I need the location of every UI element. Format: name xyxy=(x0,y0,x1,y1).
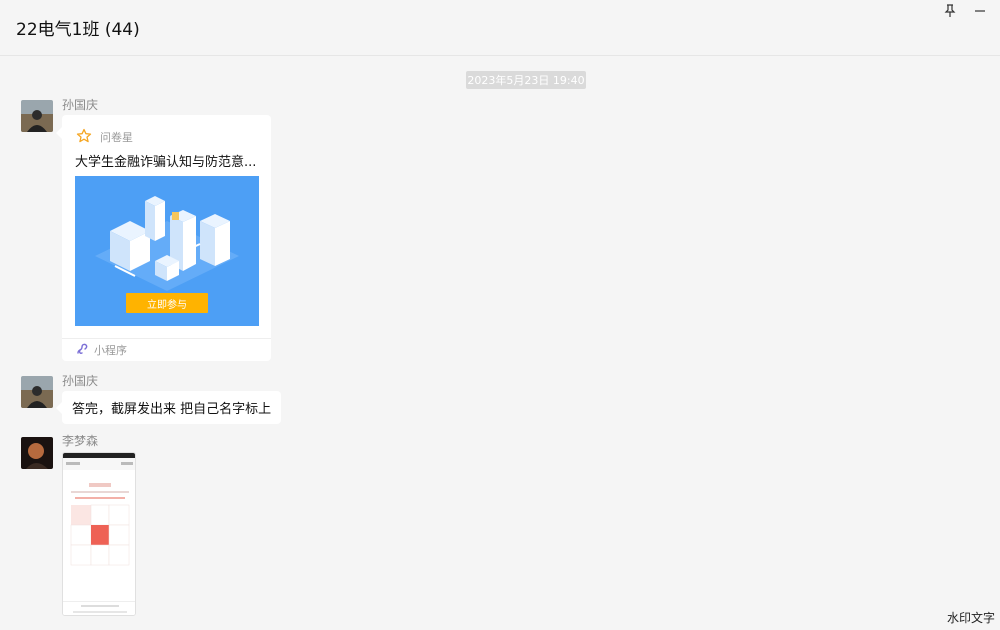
mini-program-card[interactable]: 问卷星 大学生金融诈骗认知与防范意... 立即参与 小程序 xyxy=(56,115,271,361)
card-divider xyxy=(62,338,271,339)
pin-icon[interactable] xyxy=(941,2,959,20)
message-timestamp: 2023年5月23日 19:40 xyxy=(466,71,586,89)
watermark-text: 水印文字 xyxy=(946,611,995,625)
avatar[interactable] xyxy=(21,437,53,469)
sender-name: 孙国庆 xyxy=(62,98,99,112)
phone-screenshot-thumbnail xyxy=(63,453,135,615)
avatar[interactable] xyxy=(21,376,53,408)
mini-program-icon xyxy=(77,343,88,354)
mini-program-label: 小程序 xyxy=(94,344,127,357)
chat-title: 22电气1班 (44) xyxy=(16,20,140,40)
chat-header: 22电气1班 (44) xyxy=(0,0,1000,56)
minimize-icon[interactable] xyxy=(971,2,989,20)
screenshot-image-message[interactable] xyxy=(62,452,136,616)
card-source-name: 问卷星 xyxy=(100,131,133,144)
card-title: 大学生金融诈骗认知与防范意... xyxy=(75,155,257,170)
join-now-button[interactable]: 立即参与 xyxy=(126,293,208,313)
star-icon xyxy=(76,128,92,143)
card-banner-image: 立即参与 xyxy=(75,176,259,326)
text-message-bubble[interactable]: 答完，截屏发出来 把自己名字标上 xyxy=(55,391,282,424)
sender-name: 李梦森 xyxy=(62,434,99,448)
sender-name: 孙国庆 xyxy=(62,374,99,388)
avatar[interactable] xyxy=(21,100,53,132)
